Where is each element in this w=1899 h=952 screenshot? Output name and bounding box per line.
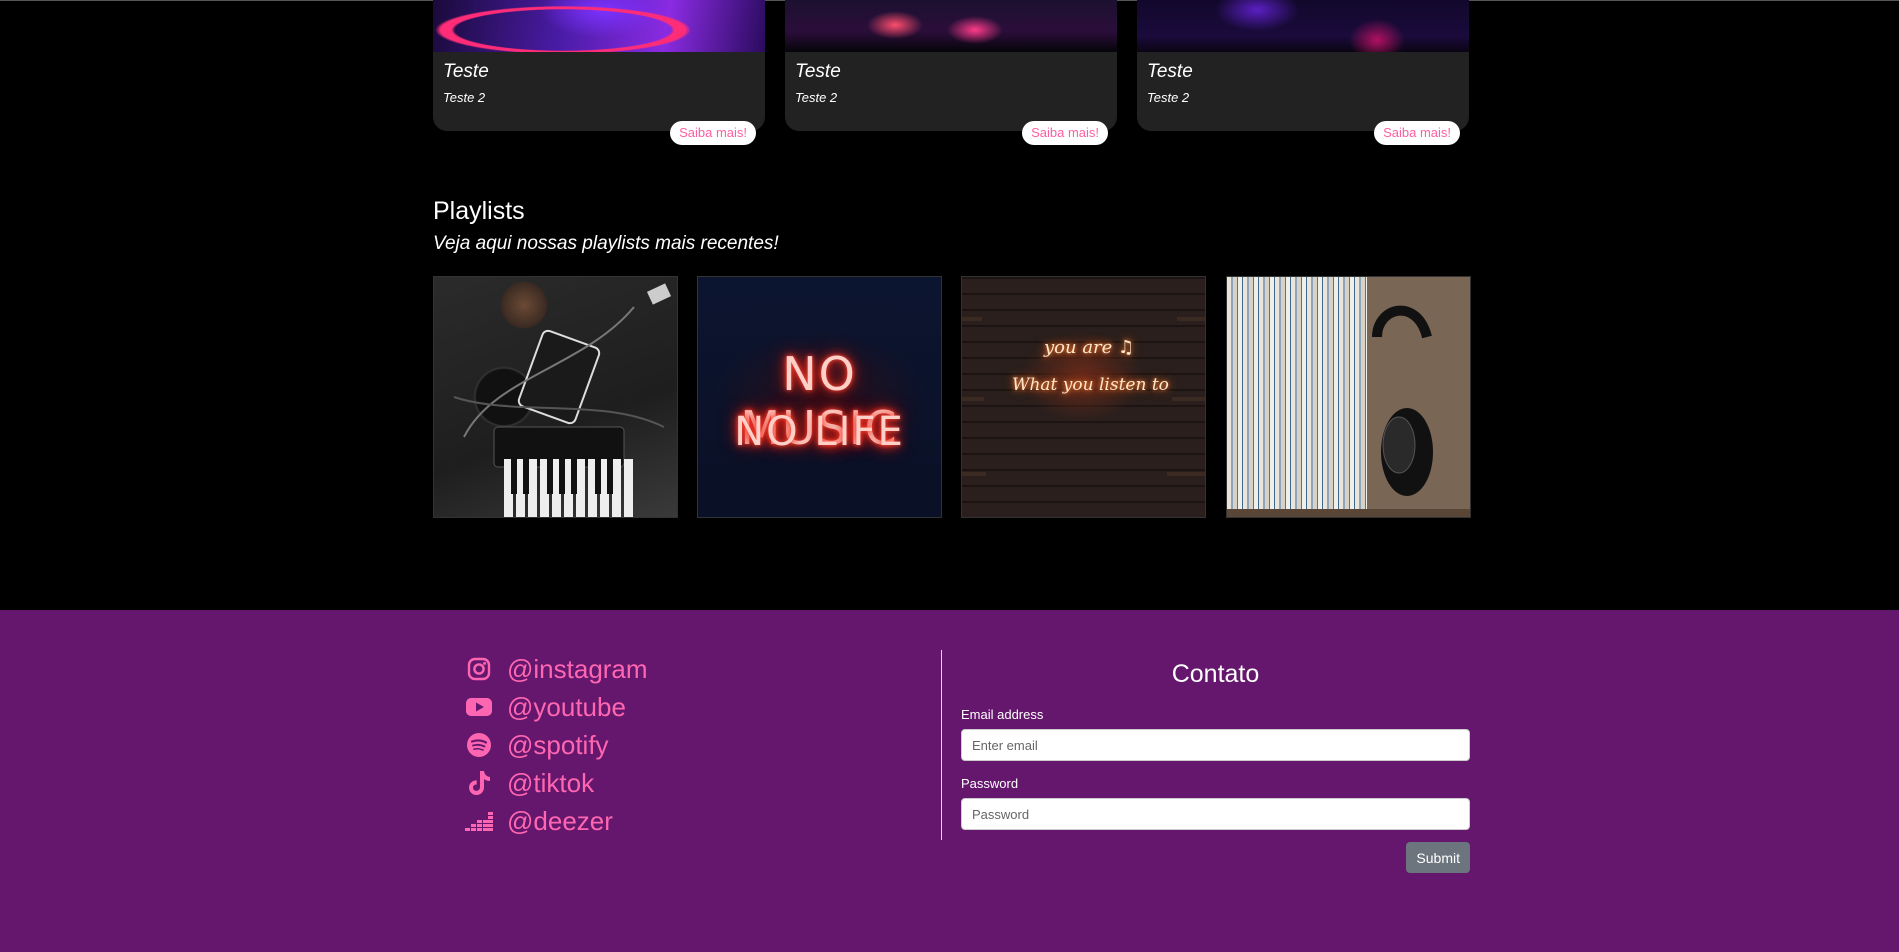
password-label: Password (961, 776, 1019, 791)
event-card: Teste Teste 2 Saiba mais! (1137, 0, 1469, 145)
neon-sign-line2: What you listen to (1012, 375, 1169, 395)
shelf (1177, 317, 1205, 321)
social-links: @instagram @youtube @spotify @tiktok @de… (465, 650, 648, 840)
social-label: @spotify (507, 729, 609, 760)
contact-title: Contato (1171, 660, 1260, 688)
playlist-tile-vinyl-headphones[interactable] (1226, 276, 1471, 518)
social-link-youtube[interactable]: @youtube (465, 688, 648, 726)
playlists-subtitle: Veja aqui nossas playlists mais recentes… (433, 233, 779, 254)
footer-divider (941, 650, 942, 840)
footer: @instagram @youtube @spotify @tiktok @de… (0, 610, 1899, 952)
event-card-subtitle: Teste 2 (1147, 90, 1190, 105)
social-link-spotify[interactable]: @spotify (465, 726, 648, 764)
email-field[interactable] (961, 729, 1470, 761)
social-link-tiktok[interactable]: @tiktok (465, 764, 648, 802)
social-label: @tiktok (507, 767, 595, 798)
submit-button[interactable]: Submit (1406, 842, 1470, 873)
social-link-deezer[interactable]: @deezer (465, 802, 648, 840)
studio-gear-illustration (453, 283, 672, 517)
password-field[interactable] (961, 798, 1470, 830)
shelf (1167, 472, 1205, 476)
contact-form: Contato Email address Password Submit (961, 650, 1470, 873)
playlist-tile-no-music-no-life[interactable]: NO MUSIC NO LIFE (697, 276, 942, 518)
event-card-title: Teste (795, 61, 841, 82)
shelf (962, 472, 986, 476)
event-card-image (433, 0, 765, 52)
event-card-image (1137, 0, 1469, 52)
headphones-illustration (1227, 305, 1470, 517)
event-card-subtitle: Teste 2 (795, 90, 838, 105)
event-card-title: Teste (1147, 61, 1193, 82)
social-label: @instagram (507, 653, 648, 684)
spotify-icon (465, 731, 493, 759)
event-card: Teste Teste 2 Saiba mais! (433, 0, 765, 145)
email-label: Email address (961, 707, 1044, 722)
saiba-mais-button[interactable]: Saiba mais! (1022, 121, 1108, 145)
event-card-image (785, 0, 1117, 52)
social-label: @deezer (507, 805, 613, 836)
event-card-title: Teste (443, 61, 489, 82)
saiba-mais-button[interactable]: Saiba mais! (670, 121, 756, 145)
event-card: Teste Teste 2 Saiba mais! (785, 0, 1117, 145)
social-label: @youtube (507, 691, 626, 722)
deezer-icon (465, 807, 493, 835)
playlist-tile-you-are-what-you-listen-to[interactable]: you are ♫ What you listen to (961, 276, 1206, 518)
shelf (962, 317, 982, 321)
saiba-mais-button[interactable]: Saiba mais! (1374, 121, 1460, 145)
tiktok-icon (465, 769, 493, 797)
event-cards: Teste Teste 2 Saiba mais! Teste Teste 2 … (433, 0, 1469, 150)
social-link-instagram[interactable]: @instagram (465, 650, 648, 688)
instagram-icon (465, 655, 493, 683)
neon-sign-line1: you are ♫ (1044, 337, 1135, 358)
neon-sign-line2: NO LIFE (734, 409, 905, 455)
youtube-icon (465, 693, 493, 721)
playlist-tile-studio[interactable] (433, 276, 678, 518)
shelf (1172, 397, 1205, 401)
event-card-subtitle: Teste 2 (443, 90, 486, 105)
playlists-heading: Playlists (433, 197, 525, 225)
shelf (962, 397, 984, 401)
